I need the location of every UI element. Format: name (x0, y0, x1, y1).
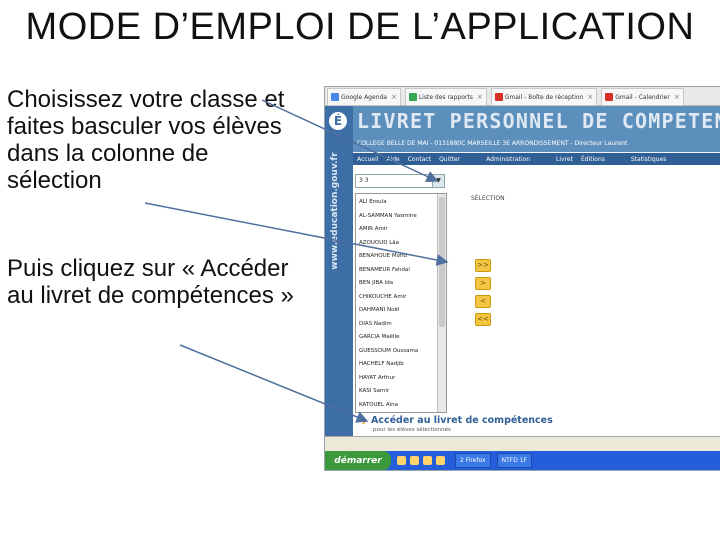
move-all-left-button[interactable]: << (475, 313, 491, 326)
student-list-item[interactable]: DIAS Nadim (359, 321, 392, 327)
side-strip: É www.education.gouv.fr (325, 106, 353, 451)
class-select[interactable]: 3 3 ▼ (355, 174, 445, 188)
move-right-button[interactable]: > (475, 277, 491, 290)
close-icon[interactable]: × (674, 93, 680, 101)
gmail-icon (605, 93, 614, 101)
student-list-item[interactable]: AZOUOUD Lâa (359, 240, 399, 246)
browser-tab-label: Google Agenda (341, 93, 387, 101)
browser-tab-bar: Google Agenda × Liste des rapports × Gma… (325, 87, 720, 106)
student-list-item[interactable]: CHIKOUCHE Amir (359, 294, 406, 300)
browser-tab-label: Liste des rapports (418, 93, 473, 101)
student-list-item[interactable]: BENAMEUR Fahdal (359, 267, 410, 273)
browser-tab[interactable]: Liste des rapports × (404, 88, 487, 106)
scrollbar-thumb[interactable] (439, 197, 445, 327)
slide-title: MODE D’EMPLOI DE L’APPLICATION (25, 6, 695, 48)
student-list-item[interactable]: BENAHOUE Mohd (359, 253, 407, 259)
student-list-item[interactable]: BEN JIBA Ida (359, 280, 393, 286)
class-select-value: 3 3 (359, 177, 369, 184)
taskbar-item[interactable]: 2 Firefox (455, 453, 491, 468)
chevron-down-icon[interactable]: ▼ (432, 175, 444, 187)
student-list-item[interactable]: HAYAT Arthur (359, 375, 395, 381)
student-list-item[interactable]: GARCIA Maëlle (359, 334, 400, 340)
student-list-item[interactable]: GUESSOUM Oussama (359, 348, 418, 354)
favicon-icon (408, 93, 417, 101)
browser-tab[interactable]: Gmail - Calendrier × (601, 88, 684, 106)
menu-administration[interactable]: Administration (486, 156, 530, 163)
app-screenshot: Google Agenda × Liste des rapports × Gma… (324, 86, 720, 471)
school-line: COLLEGE BELLE DE MAI - 0131880C MARSEILL… (357, 140, 628, 147)
student-list-item[interactable]: KASI Samir (359, 388, 389, 394)
favicon-icon (331, 93, 339, 101)
access-livret-label: Accéder au livret de compétences (371, 415, 553, 426)
close-icon[interactable]: × (391, 93, 397, 101)
instruction-choose-class: Choisissez votre classe et faites bascul… (7, 86, 285, 194)
quick-launch-icon[interactable] (423, 456, 432, 465)
education-logo-icon: É (329, 112, 347, 130)
selection-column-label: SÉLECTION (471, 195, 505, 202)
student-list[interactable]: ALI Eroula AL-SAMMAN Yasmine AMIR Amir AZOU… (355, 193, 447, 413)
browser-status-bar (325, 436, 720, 451)
menu-statistiques[interactable]: Statistiques (631, 156, 666, 163)
browser-tab[interactable]: Gmail - Boîte de réception × (490, 88, 598, 106)
access-livret-subtitle: pour les élèves sélectionnés (373, 427, 451, 433)
close-icon[interactable]: × (587, 93, 593, 101)
student-list-item[interactable]: KATOUEL Aïna (359, 402, 398, 408)
instruction-access-livret: Puis cliquez sur « Accéder au livret de … (7, 255, 294, 309)
menu-editions[interactable]: Éditions (581, 156, 605, 163)
student-list-item[interactable]: DAHMANI Noël (359, 307, 399, 313)
menu-accueil[interactable]: Accueil (357, 156, 378, 163)
student-list-item[interactable]: AL-SAMMAN Yasmine (359, 213, 417, 219)
quick-launch-icon[interactable] (397, 456, 406, 465)
student-list-item[interactable]: HACHELF Nadjib (359, 361, 404, 367)
browser-tab[interactable]: Google Agenda × (327, 88, 401, 106)
side-url-text: www.education.gouv.fr (330, 152, 340, 270)
menu-aide[interactable]: Aide (386, 156, 399, 163)
browser-tab-label: Gmail - Boîte de réception (504, 93, 584, 101)
app-title: LIVRET PERSONNEL DE COMPETENCES (357, 109, 720, 133)
access-livret-button[interactable]: ➔ Accéder au livret de compétences pour … (353, 413, 720, 435)
move-left-button[interactable]: < (475, 295, 491, 308)
list-scrollbar[interactable] (437, 194, 446, 412)
quick-launch-icon[interactable] (436, 456, 445, 465)
move-all-right-button[interactable]: >> (475, 259, 491, 272)
quick-launch-icon[interactable] (410, 456, 419, 465)
app-menu-bar: Accueil Aide Contact Quitter Administrat… (353, 153, 720, 165)
student-list-item[interactable]: AMIR Amir (359, 226, 388, 232)
taskbar-item[interactable]: NTFD 1F (496, 453, 532, 468)
arrow-right-icon: ➔ (357, 414, 368, 428)
close-icon[interactable]: × (477, 93, 483, 101)
windows-taskbar: démarrer 2 Firefox NTFD 1F (325, 451, 720, 470)
quick-launch (397, 456, 449, 465)
menu-livret[interactable]: Livret (556, 156, 573, 163)
menu-contact[interactable]: Contact (408, 156, 431, 163)
menu-quitter[interactable]: Quitter (439, 156, 460, 163)
start-button[interactable]: démarrer (325, 451, 391, 470)
student-list-item[interactable]: ALI Eroula (359, 199, 387, 205)
app-content: 3 3 ▼ SÉLECTION ALI Eroula AL-SAMMAN Yasm… (353, 165, 720, 451)
browser-tab-label: Gmail - Calendrier (615, 93, 670, 101)
gmail-icon (494, 93, 503, 101)
